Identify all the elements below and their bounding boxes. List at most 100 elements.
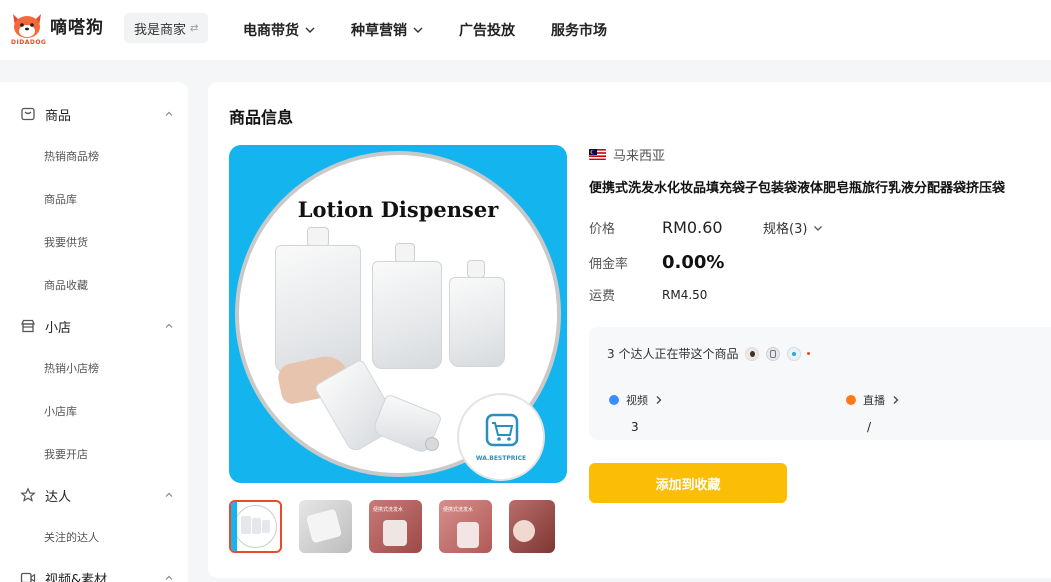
chevron-up-icon	[165, 492, 173, 497]
sidebar: 商品 热销商品榜 商品库 我要供货 商品收藏 小店 热销小店榜 小店库 我要开店…	[0, 82, 188, 582]
price-value: RM0.60	[662, 218, 723, 237]
price-label: 价格	[589, 222, 616, 237]
thumbnail-strip: 便携式洗发水 便携式洗发水	[229, 500, 555, 553]
sidebar-item-followed-influencers[interactable]: 关注的达人	[0, 515, 188, 558]
chevron-down-icon	[413, 27, 423, 33]
country-indicator: 马来西亚	[589, 145, 665, 164]
add-to-favorites-button[interactable]: 添加到收藏	[589, 463, 787, 503]
video-icon	[609, 395, 619, 405]
more-indicator-icon	[807, 352, 811, 355]
video-stat-link[interactable]: 视频	[609, 392, 663, 408]
shipping-label: 运费	[589, 289, 616, 304]
brand-subtitle: DIDADOG	[11, 39, 47, 46]
promo-header[interactable]: 3 个达人正在带这个商品	[607, 345, 811, 362]
sidebar-item-supply[interactable]: 我要供货	[0, 220, 188, 263]
nav-ecommerce[interactable]: 电商带货	[243, 20, 315, 40]
sidebar-group-label: 达人	[45, 489, 72, 505]
top-bar: 嘀嗒狗 DIDADOG 我是商家 ⇄ 电商带货 种草营销 广告投放 服务市场	[0, 0, 1051, 60]
spec-dropdown[interactable]: 规格(3)	[763, 218, 823, 237]
sidebar-item-hot-shops[interactable]: 热销小店榜	[0, 346, 188, 389]
product-main-image[interactable]: Lotion Dispenser WA.BESTPRICE	[229, 145, 567, 483]
live-stat-link[interactable]: 直播	[846, 392, 900, 408]
star-icon	[20, 487, 36, 502]
price-row: 价格 RM0.60	[589, 218, 723, 237]
image-caption: Lotion Dispenser	[297, 197, 499, 222]
lotion-drop	[425, 437, 439, 451]
malaysia-flag-icon	[589, 149, 606, 160]
sidebar-item-shop-library[interactable]: 小店库	[0, 389, 188, 432]
video-icon	[20, 572, 36, 582]
sidebar-item-product-library[interactable]: 商品库	[0, 177, 188, 220]
product-title: 便携式洗发水化妆品填充袋子包装袋液体肥皂瓶旅行乳液分配器袋挤压袋	[589, 181, 1006, 196]
section-title: 商品信息	[229, 108, 294, 127]
sidebar-group-shop[interactable]: 小店	[0, 306, 188, 346]
thumbnail-2[interactable]	[299, 500, 352, 553]
promo-text: 3 个达人正在带这个商品	[607, 347, 739, 361]
chevron-up-icon	[165, 323, 173, 328]
cart-icon	[485, 413, 519, 447]
sidebar-group-label: 商品	[45, 108, 72, 124]
pouch-spout	[467, 260, 485, 278]
video-label: 视频	[626, 394, 648, 407]
shipping-value: RM4.50	[662, 287, 708, 302]
shop-icon	[21, 319, 35, 333]
thumbnail-caption: 便携式洗发水	[443, 507, 474, 513]
influencer-promo-card: 3 个达人正在带这个商品 视频 3 直播 /	[589, 327, 1051, 440]
sidebar-group-label: 小店	[45, 320, 72, 336]
shipping-row: 运费 RM4.50	[589, 285, 708, 305]
sidebar-group-video[interactable]: 视频&素材	[0, 558, 188, 582]
sidebar-item-open-shop[interactable]: 我要开店	[0, 432, 188, 475]
sidebar-group-influencer[interactable]: 达人	[0, 475, 188, 515]
chevron-up-icon	[165, 575, 173, 580]
brand-logo[interactable]: 嘀嗒狗 DIDADOG	[10, 10, 104, 46]
chevron-down-icon	[814, 225, 823, 231]
chevron-right-icon	[656, 396, 662, 404]
commission-value: 0.00%	[662, 252, 725, 273]
main-nav: 电商带货 种草营销 广告投放 服务市场	[243, 0, 643, 60]
commission-row: 佣金率 0.00%	[589, 252, 724, 273]
video-count: 3	[631, 420, 639, 434]
merchant-switch-button[interactable]: 我是商家 ⇄	[124, 13, 209, 43]
sidebar-group-product[interactable]: 商品	[0, 94, 188, 134]
shop-badge: WA.BESTPRICE	[457, 393, 545, 481]
nav-marketing[interactable]: 种草营销	[351, 20, 423, 40]
commission-label: 佣金率	[589, 257, 629, 272]
country-name: 马来西亚	[613, 149, 666, 164]
nav-marketing-label: 种草营销	[351, 23, 407, 39]
nav-services[interactable]: 服务市场	[551, 20, 607, 40]
pouch-spout	[395, 243, 415, 263]
product-info-panel: 商品信息 Lotion Dispenser WA.BESTPRICE 便携式洗发…	[208, 82, 1051, 578]
nav-ads-label: 广告投放	[459, 23, 515, 39]
sidebar-group-label: 视频&素材	[45, 572, 108, 582]
sidebar-item-hot-products[interactable]: 热销商品榜	[0, 134, 188, 177]
merchant-label: 我是商家	[134, 22, 187, 38]
thumbnail-3[interactable]: 便携式洗发水	[369, 500, 422, 553]
influencer-avatar[interactable]	[787, 346, 802, 361]
live-icon	[846, 395, 856, 405]
pouch-spout	[307, 227, 329, 247]
swap-icon: ⇄	[190, 22, 199, 34]
pouch-small	[449, 277, 505, 367]
pouch-large	[275, 245, 361, 373]
sidebar-item-favorites[interactable]: 商品收藏	[0, 263, 188, 306]
spec-label: 规格(3)	[763, 222, 808, 237]
nav-ecommerce-label: 电商带货	[243, 23, 299, 39]
chevron-up-icon	[165, 111, 173, 116]
thumbnail-4[interactable]: 便携式洗发水	[439, 500, 492, 553]
influencer-avatar[interactable]	[766, 346, 781, 361]
thumbnail-5[interactable]	[509, 500, 555, 553]
dog-logo-icon	[10, 10, 44, 40]
chevron-right-icon	[893, 396, 899, 404]
thumbnail-caption: 便携式洗发水	[373, 507, 404, 513]
thumbnail-1[interactable]	[229, 500, 282, 553]
brand-name: 嘀嗒狗	[50, 17, 104, 38]
influencer-avatar[interactable]	[745, 346, 760, 361]
live-count: /	[867, 420, 872, 434]
product-icon	[21, 107, 35, 121]
pouch-medium	[372, 261, 442, 369]
shop-badge-text: WA.BESTPRICE	[475, 455, 527, 462]
nav-ads[interactable]: 广告投放	[459, 20, 515, 40]
nav-services-label: 服务市场	[551, 23, 607, 39]
live-label: 直播	[863, 394, 885, 407]
chevron-down-icon	[305, 27, 315, 33]
